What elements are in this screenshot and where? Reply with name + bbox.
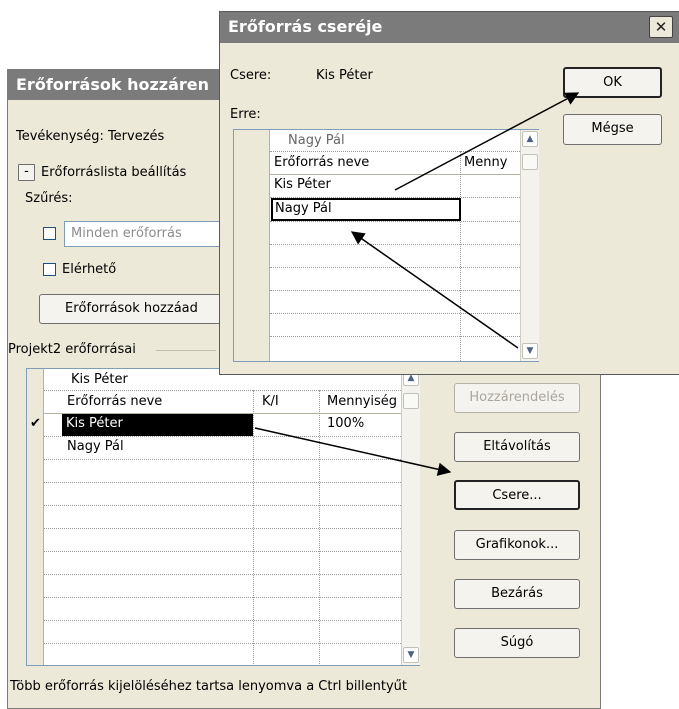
scroll-thumb[interactable] <box>403 393 419 409</box>
resource-list-options-label: Erőforráslista beállítás <box>41 165 187 180</box>
column-header-ki[interactable]: K/I <box>262 394 279 409</box>
grid-edit-value[interactable]: Kis Péter <box>71 372 128 387</box>
assigned-check-icon: ✔ <box>30 416 41 431</box>
column-header-name[interactable]: Erőforrás neve <box>67 394 162 409</box>
resource-name-cell[interactable]: Kis Péter <box>274 177 331 192</box>
resource-name-cell[interactable]: Nagy Pál <box>67 439 124 454</box>
replace-value: Kis Péter <box>316 68 373 83</box>
close-button[interactable]: Bezárás <box>454 579 580 609</box>
row-header-column <box>234 130 270 361</box>
resource-name-cell[interactable]: Kis Péter <box>62 414 253 436</box>
replacement-grid[interactable]: Nagy Pál Erőforrás neve Menny Kis Péter … <box>233 129 539 362</box>
resource-grid[interactable]: Kis Péter Erőforrás neve K/I Mennyiség ✔… <box>26 368 420 666</box>
filter-select[interactable]: Minden erőforrás <box>64 221 224 247</box>
add-resources-button[interactable]: Erőforrások hozzáad <box>39 294 235 324</box>
column-header-amount[interactable]: Menny <box>464 155 520 170</box>
replace-label: Csere: <box>230 68 272 83</box>
grid-scrollbar[interactable]: ▲ ▼ <box>401 369 420 665</box>
table-row[interactable]: Nagy Pál <box>27 437 401 459</box>
graphs-button[interactable]: Grafikonok... <box>454 530 580 560</box>
resource-name-cell[interactable]: Nagy Pál <box>271 198 461 221</box>
scroll-up-icon[interactable]: ▲ <box>522 131 538 147</box>
assign-button[interactable]: Hozzárendelés <box>454 383 580 413</box>
with-label: Erre: <box>230 107 261 122</box>
available-label: Elérhető <box>62 262 117 277</box>
grid-edit-value[interactable]: Nagy Pál <box>288 133 345 148</box>
cancel-button[interactable]: Mégse <box>563 114 662 145</box>
help-button[interactable]: Súgó <box>454 628 580 658</box>
filter-label: Szűrés: <box>25 191 73 206</box>
ok-button[interactable]: OK <box>563 67 662 98</box>
group-line <box>156 350 216 351</box>
scroll-down-icon[interactable]: ▼ <box>403 647 419 663</box>
replace-resource-dialog: Erőforrás cseréje ✕ Csere: Kis Péter Err… <box>219 11 679 375</box>
replace-resource-title: Erőforrás cseréje <box>220 12 679 43</box>
scroll-thumb[interactable] <box>522 154 538 170</box>
column-header-name[interactable]: Erőforrás neve <box>274 155 369 170</box>
available-checkbox[interactable] <box>43 263 56 276</box>
table-row[interactable]: Kis Péter <box>234 175 520 197</box>
footer-hint: Több erőforrás kijelöléséhez tartsa leny… <box>10 679 408 694</box>
filter-select-value: Minden erőforrás <box>71 226 182 241</box>
remove-button[interactable]: Eltávolítás <box>454 432 580 462</box>
scroll-down-icon[interactable]: ▼ <box>522 343 538 359</box>
replace-button[interactable]: Csere... <box>454 480 580 510</box>
table-row[interactable]: Nagy Pál <box>234 198 520 221</box>
filter-checkbox[interactable] <box>43 227 56 240</box>
resources-group-label: Projekt2 erőforrásai <box>8 342 136 357</box>
grid-scrollbar[interactable]: ▲ ▼ <box>520 130 539 361</box>
collapse-toggle-button[interactable]: - <box>18 164 35 181</box>
close-icon[interactable]: ✕ <box>649 16 673 38</box>
task-label: Tevékenység: Tervezés <box>16 129 165 144</box>
amount-cell[interactable]: 100% <box>327 416 364 431</box>
column-header-amount[interactable]: Mennyiség <box>327 394 397 409</box>
table-row[interactable]: ✔ Kis Péter 100% <box>27 414 401 436</box>
